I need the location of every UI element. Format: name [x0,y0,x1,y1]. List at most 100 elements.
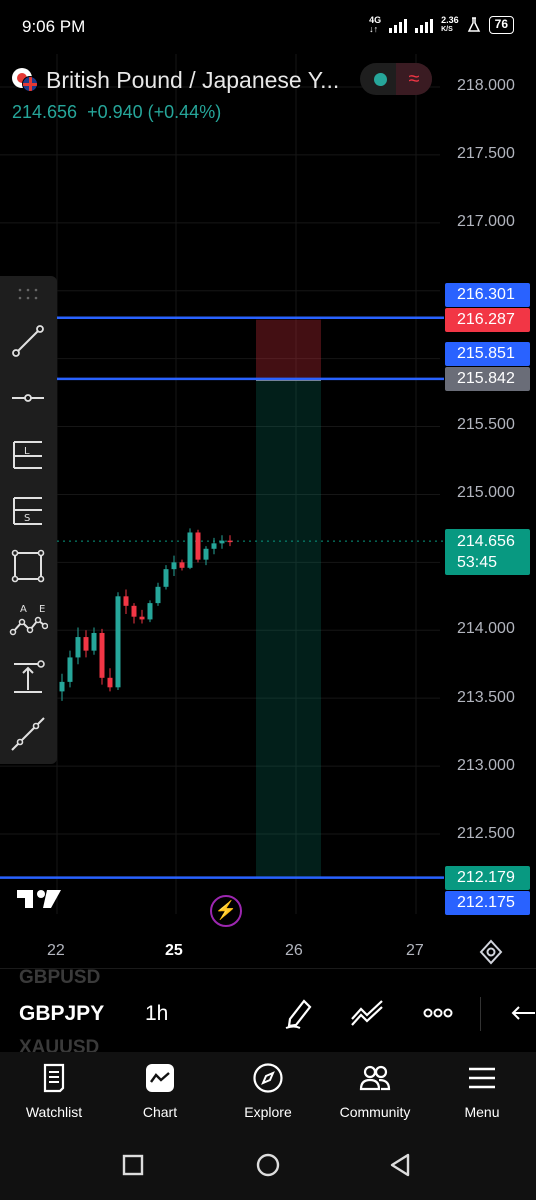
svg-text:E: E [39,604,45,615]
y-axis-label: 218.000 [457,77,515,94]
status-bar: 9:06 PM 4G ↓↑ 2.36 K/S 76 [0,0,536,54]
candle-body [211,543,217,549]
long-position-icon[interactable]: L [8,434,48,474]
trend-line-icon[interactable] [8,321,48,361]
candle-body [123,596,129,606]
market-open-dot-icon [374,73,387,86]
candle-body [115,596,121,688]
divider [480,997,481,1031]
nav-chart-label: Chart [142,1104,178,1120]
x-axis-label: 26 [285,942,303,959]
x-axis-label: 25 [165,942,183,959]
price-change: +0.940 (+0.44%) [87,102,222,122]
y-axis-label: 217.000 [457,213,515,230]
chart-canvas[interactable] [0,54,536,966]
chart-icon [146,1064,174,1092]
y-axis-label: 217.500 [457,145,515,162]
hamburger-menu-icon [469,1067,495,1089]
y-axis-label: 213.500 [457,689,515,706]
short-position-icon[interactable]: S [8,490,48,530]
drawing-pen-icon[interactable] [280,995,316,1031]
rectangle-icon[interactable] [8,546,48,586]
symbol-bar: GBPUSD GBPJPY XAUUSD 1h [0,967,536,1058]
candle-body [179,562,185,568]
price-change-line: 214.656 +0.940 (+0.44%) [12,102,221,123]
undo-icon[interactable] [505,995,536,1031]
watchlist-icon [43,1063,65,1093]
market-status-toggle[interactable]: ≈ [360,63,432,95]
horizontal-ray-icon[interactable] [8,378,48,418]
y-axis-label: 215.000 [457,484,515,501]
current-price: 214.656 [457,533,515,550]
candle-body [227,540,233,543]
candle-body [187,532,193,568]
lightning-icon[interactable]: ⚡ [210,895,242,927]
nav-community[interactable]: Community [325,1052,425,1132]
candle-body [171,562,177,570]
current-symbol[interactable]: GBPJPY [19,1002,104,1026]
extended-line-icon[interactable] [8,714,48,754]
interval-selector[interactable]: 1h [145,1002,168,1026]
wave-icon[interactable]: ≈ [396,63,432,95]
x-axis-label: 22 [47,942,65,959]
candle-body [91,632,97,651]
drawing-toolbar: L S A E [0,276,57,764]
recent-apps-icon[interactable] [118,1150,148,1180]
stop-loss-zone [256,319,321,381]
drag-handle-icon[interactable] [18,288,38,302]
signal-icon [389,17,408,33]
entry-price-tag: 215.842 [445,367,530,391]
line-price-tag: 215.851 [445,342,530,366]
stop-price-tag: 216.287 [445,308,530,332]
more-options-icon[interactable] [420,995,456,1031]
nav-community-label: Community [339,1104,411,1120]
data-speed: 2.36 K/S [441,15,459,34]
community-icon [359,1065,391,1091]
network-type: 4G ↓↑ [369,15,382,34]
nav-menu[interactable]: Menu [432,1052,532,1132]
prev-symbol[interactable]: GBPUSD [19,967,100,989]
nav-menu-label: Menu [464,1104,500,1120]
signal-icon-2 [415,17,434,33]
line-price-tag: 212.175 [445,891,530,915]
candle-body [139,616,145,620]
target-price-tag: 212.179 [445,866,530,890]
svg-text:L: L [24,446,30,457]
candle-body [59,681,65,692]
take-profit-zone [256,380,321,879]
candle-body [219,540,225,544]
battery-indicator: 76 [488,16,514,34]
nav-explore[interactable]: Explore [218,1052,318,1132]
y-axis-label: 215.500 [457,416,515,433]
price-range-icon[interactable] [8,658,48,698]
home-icon[interactable] [253,1150,283,1180]
currency-flag-icon [12,68,38,92]
indicators-icon[interactable] [349,995,385,1031]
candle-body [107,677,113,688]
nav-watchlist[interactable]: Watchlist [4,1052,104,1132]
system-navigation [0,1132,536,1200]
bottom-navigation: Watchlist Chart Explore Community Menu [0,1052,536,1132]
back-icon[interactable] [386,1150,416,1180]
candle-body [99,632,105,678]
candle-body [195,532,201,560]
nav-chart[interactable]: Chart [110,1052,210,1132]
svg-text:S: S [24,513,30,524]
candle-body [131,605,137,617]
last-price: 214.656 [12,102,78,122]
candle-body [155,586,161,604]
chart-area[interactable] [0,54,536,966]
line-price-tag: 216.301 [445,283,530,307]
symbol-title[interactable]: British Pound / Japanese Y... [46,67,339,94]
chart-settings-icon[interactable] [478,939,504,965]
compass-icon [253,1063,283,1093]
abcd-pattern-icon[interactable]: A E [8,602,48,642]
y-axis-label: 213.000 [457,757,515,774]
candle-body [83,637,89,651]
candle-body [203,548,209,560]
tradingview-logo [17,890,61,908]
candle-countdown: 53:45 [457,554,498,571]
candle-body [67,657,73,682]
flask-icon [467,17,480,32]
y-axis-label: 212.500 [457,825,515,842]
